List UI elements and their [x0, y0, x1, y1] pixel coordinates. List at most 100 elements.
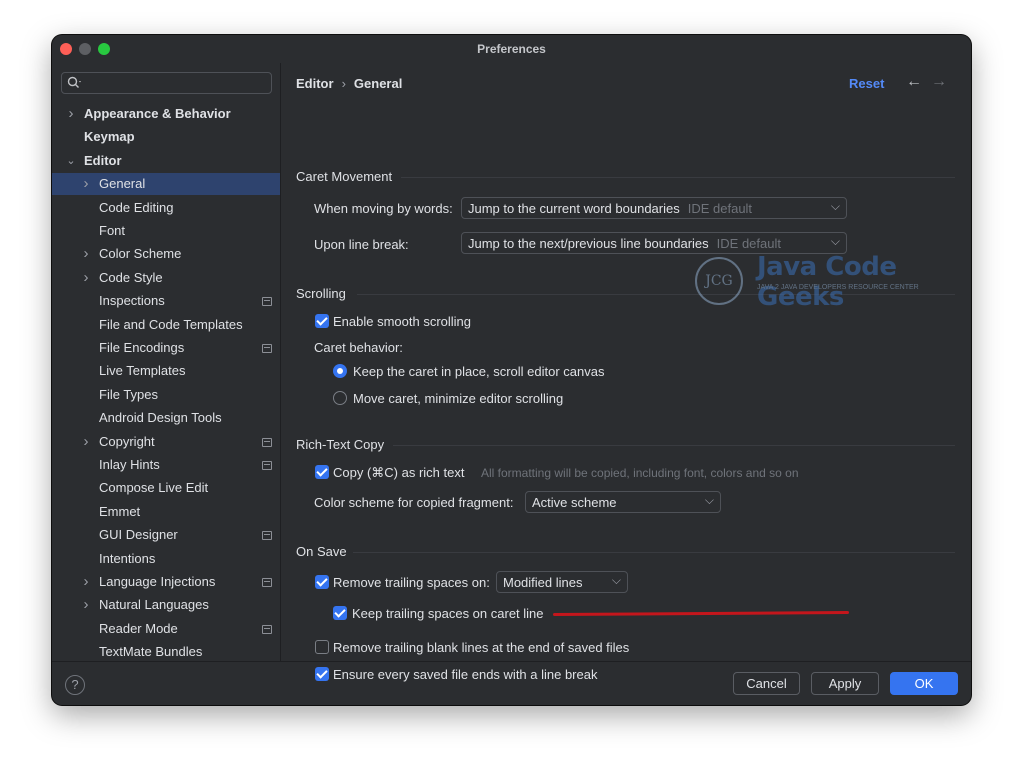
settings-sidebar: › Appearance & Behavior Keymap ⌄ Editor › Gene… [52, 63, 280, 661]
sidebar-item-live-templates[interactable]: Live Templates [52, 360, 280, 382]
trailing-spaces-dropdown[interactable]: Modified lines ⌵ [496, 571, 628, 593]
keep-trailing-spaces-label[interactable]: Keep trailing spaces on caret line [352, 606, 544, 621]
cancel-button[interactable]: Cancel [733, 672, 800, 695]
sidebar-item-label: Natural Languages [99, 597, 209, 613]
search-input[interactable] [61, 72, 272, 94]
sidebar-item-label: Android Design Tools [99, 410, 222, 426]
forward-arrow-icon[interactable]: → [931, 73, 947, 91]
sidebar-item-label: Live Templates [99, 363, 186, 379]
ide-default-hint: IDE default [716, 236, 781, 251]
sidebar-item-label: TextMate Bundles [99, 644, 203, 660]
page-icon [262, 461, 272, 470]
smooth-scrolling-checkbox[interactable] [315, 314, 329, 328]
sidebar-item-intentions[interactable]: Intentions [52, 548, 280, 570]
ok-button[interactable]: OK [890, 672, 958, 695]
sidebar-item-general[interactable]: › General [52, 173, 280, 196]
moving-by-words-dropdown[interactable]: Jump to the current word boundaries IDE d… [461, 197, 847, 219]
copy-rich-text-hint: All formatting will be copied, including… [481, 466, 799, 480]
remove-trailing-spaces-label[interactable]: Remove trailing spaces on: [333, 575, 490, 590]
sidebar-item-inspections[interactable]: Inspections [52, 290, 280, 312]
trailing-spaces-value: Modified lines [503, 575, 583, 590]
sidebar-item-gui-designer[interactable]: GUI Designer [52, 524, 280, 546]
keep-trailing-spaces-checkbox[interactable] [333, 606, 347, 620]
sidebar-item-font[interactable]: Font [52, 220, 280, 242]
page-icon [262, 297, 272, 307]
sidebar-item-natural-languages[interactable]: › Natural Languages [52, 594, 280, 616]
sidebar-item-code-style[interactable]: › Code Style [52, 267, 280, 289]
remove-trailing-spaces-checkbox[interactable] [315, 575, 329, 589]
on-save-title: On Save [296, 544, 347, 559]
watermark-subtitle: JAVA 2 JAVA DEVELOPERS RESOURCE CENTER [757, 284, 919, 291]
keep-caret-radio[interactable] [333, 364, 347, 378]
keep-caret-label[interactable]: Keep the caret in place, scroll editor c… [353, 364, 604, 379]
sidebar-item-emmet[interactable]: Emmet [52, 501, 280, 523]
page-icon [262, 531, 272, 541]
ide-default-hint: IDE default [687, 201, 753, 216]
sidebar-item-file-encodings[interactable]: File Encodings [52, 337, 280, 359]
sidebar-item-code-editing[interactable]: Code Editing [52, 197, 280, 219]
sidebar-item-label: GUI Designer [99, 527, 178, 543]
sidebar-item-label: Code Style [99, 269, 163, 285]
copy-rich-text-checkbox[interactable] [315, 465, 329, 479]
sidebar-item-label: Compose Live Edit [99, 480, 209, 496]
title-bar: Preferences [52, 35, 971, 63]
remove-blank-lines-label[interactable]: Remove trailing blank lines at the end o… [333, 640, 629, 655]
chevron-right-icon[interactable]: › [80, 173, 92, 195]
sidebar-item-keymap[interactable]: Keymap [52, 126, 280, 148]
sidebar-item-file-and-code-templates[interactable]: File and Code Templates [52, 314, 280, 336]
chevron-right-icon[interactable]: › [65, 103, 77, 125]
sidebar-item-label: Copyright [99, 433, 155, 449]
moving-by-words-label: When moving by words: [314, 201, 453, 216]
copy-rich-text-label[interactable]: Copy (⌘C) as rich text [333, 465, 464, 481]
chevron-down-icon: ⌵ [830, 234, 840, 248]
page-icon [262, 578, 272, 587]
sidebar-item-label: Color Scheme [99, 246, 182, 262]
sidebar-item-copyright[interactable]: › Copyright [52, 431, 280, 453]
color-scheme-label: Color scheme for copied fragment: [314, 495, 514, 510]
chevron-right-icon[interactable]: › [80, 431, 92, 453]
sidebar-item-color-scheme[interactable]: › Color Scheme [52, 243, 280, 265]
color-scheme-dropdown[interactable]: Active scheme ⌵ [525, 491, 721, 513]
sidebar-item-label: Inspections [99, 293, 165, 309]
move-caret-label[interactable]: Move caret, minimize editor scrolling [353, 391, 563, 406]
page-icon [262, 624, 272, 634]
breadcrumb-general: General [353, 76, 403, 91]
sidebar-item-reader-mode[interactable]: Reader Mode [52, 618, 280, 640]
sidebar-item-editor[interactable]: ⌄ Editor [52, 150, 280, 172]
smooth-scrolling-label[interactable]: Enable smooth scrolling [333, 314, 471, 329]
section-divider [353, 552, 955, 553]
ensure-line-break-checkbox[interactable] [315, 667, 329, 681]
section-divider [401, 177, 955, 178]
sidebar-item-label: File Types [99, 386, 159, 402]
line-break-dropdown[interactable]: Jump to the next/previous line boundarie… [461, 232, 847, 254]
chevron-right-icon[interactable]: › [80, 243, 92, 265]
sidebar-item-textmate-bundles[interactable]: TextMate Bundles [52, 641, 280, 663]
sidebar-item-language-injections[interactable]: › Language Injections [52, 571, 280, 593]
remove-blank-lines-checkbox[interactable] [315, 640, 329, 654]
move-caret-radio[interactable] [333, 391, 347, 405]
chevron-right-icon[interactable]: › [80, 571, 92, 593]
moving-by-words-value: Jump to the current word boundaries [468, 201, 680, 216]
help-button[interactable]: ? [65, 675, 85, 695]
sidebar-item-label: General [99, 176, 146, 192]
sidebar-item-inlay-hints[interactable]: Inlay Hints [52, 454, 280, 476]
back-arrow-icon[interactable]: ← [906, 73, 922, 91]
scrolling-title: Scrolling [296, 286, 346, 301]
chevron-right-icon[interactable]: › [80, 267, 92, 289]
sidebar-item-label: Language Injections [99, 574, 216, 589]
sidebar-item-appearance-behavior[interactable]: › Appearance & Behavior [52, 103, 280, 125]
line-break-label: Upon line break: [314, 237, 409, 252]
sidebar-item-compose-live-edit[interactable]: Compose Live Edit [52, 477, 280, 499]
caret-behavior-label: Caret behavior: [314, 340, 403, 355]
sidebar-item-android-design-tools[interactable]: Android Design Tools [52, 407, 280, 429]
sidebar-item-file-types[interactable]: File Types [52, 384, 280, 406]
sidebar-item-label: Appearance & Behavior [84, 106, 231, 121]
jcg-logo-icon: JCG [695, 257, 743, 305]
reset-button[interactable]: Reset [849, 76, 884, 91]
chevron-down-icon[interactable]: ⌄ [65, 150, 77, 172]
breadcrumb-editor[interactable]: Editor [296, 76, 334, 91]
breadcrumb: Editor › General [296, 76, 402, 91]
ensure-line-break-label[interactable]: Ensure every saved file ends with a line… [333, 667, 597, 682]
chevron-right-icon[interactable]: › [80, 594, 92, 616]
apply-button[interactable]: Apply [811, 672, 879, 695]
